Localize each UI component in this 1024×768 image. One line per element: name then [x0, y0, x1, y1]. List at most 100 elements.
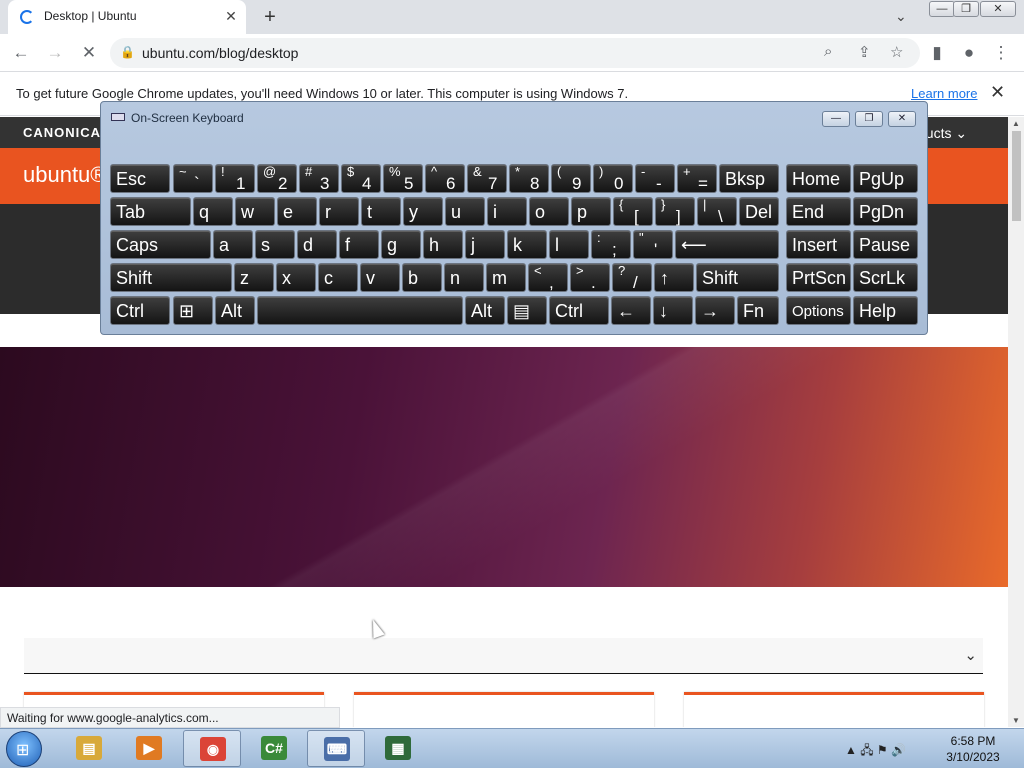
osk-key[interactable]: Caps	[110, 230, 211, 259]
osk-key[interactable]: t	[361, 197, 401, 226]
menu-kebab-icon[interactable]: ⋮	[990, 42, 1012, 64]
osk-key[interactable]: & 7	[467, 164, 507, 193]
url-text[interactable]: ubuntu.com/blog/desktop	[142, 45, 298, 61]
page-scrollbar[interactable]: ▲ ▼	[1008, 117, 1024, 727]
osk-key[interactable]: ⟵	[675, 230, 779, 259]
osk-key[interactable]: Del	[739, 197, 779, 226]
new-tab-button[interactable]: +	[258, 5, 282, 29]
back-arrow-icon[interactable]: ←	[10, 42, 32, 64]
taskbar-app-explorer[interactable]: ▤	[60, 730, 118, 767]
scroll-thumb[interactable]	[1012, 131, 1021, 221]
osk-key[interactable]: p	[571, 197, 611, 226]
osk-key[interactable]: Esc	[110, 164, 170, 193]
osk-key[interactable]: y	[403, 197, 443, 226]
osk-key[interactable]: o	[529, 197, 569, 226]
osk-key[interactable]: Bksp	[719, 164, 779, 193]
osk-key[interactable]: h	[423, 230, 463, 259]
address-bar[interactable]: 🔒 ubuntu.com/blog/desktop ⌕ ⇪ ☆	[110, 38, 920, 68]
osk-key[interactable]: u	[445, 197, 485, 226]
osk-key[interactable]: j	[465, 230, 505, 259]
osk-key[interactable]: ~ `	[173, 164, 213, 193]
osk-key[interactable]: Ctrl	[549, 296, 609, 325]
osk-key[interactable]: i	[487, 197, 527, 226]
infobar-close-icon[interactable]: ✕	[990, 82, 1005, 103]
osk-key[interactable]: Ctrl	[110, 296, 170, 325]
side-panel-icon[interactable]: ▮	[926, 42, 948, 64]
osk-key[interactable]: ) 0	[593, 164, 633, 193]
scroll-up-icon[interactable]: ▲	[1012, 119, 1020, 128]
osk-key[interactable]: $4	[341, 164, 381, 193]
blog-card[interactable]	[684, 692, 984, 727]
osk-key[interactable]: l	[549, 230, 589, 259]
osk-key[interactable]	[257, 296, 463, 325]
osk-key[interactable]: Fn	[737, 296, 779, 325]
taskbar-app-csharp[interactable]: C#	[245, 730, 303, 767]
osk-key[interactable]: Home	[786, 164, 851, 193]
close-window-button[interactable]: ✕	[980, 1, 1016, 17]
osk-key[interactable]: →	[695, 296, 735, 325]
osk-key[interactable]: Help	[853, 296, 918, 325]
tab-close-icon[interactable]: ✕	[222, 7, 240, 25]
osk-key[interactable]: r	[319, 197, 359, 226]
osk-key[interactable]: <,	[528, 263, 568, 292]
osk-key[interactable]: PrtScn	[786, 263, 851, 292]
osk-key[interactable]: ←	[611, 296, 651, 325]
osk-key[interactable]: a	[213, 230, 253, 259]
lock-icon[interactable]: 🔒	[120, 45, 135, 59]
search-icon[interactable]: ⌕	[824, 43, 832, 60]
osk-key[interactable]: Shift	[696, 263, 779, 292]
osk-key[interactable]: m	[486, 263, 526, 292]
osk-key[interactable]: z	[234, 263, 274, 292]
osk-key[interactable]: k	[507, 230, 547, 259]
osk-key[interactable]: :;	[591, 230, 631, 259]
osk-key[interactable]: ! 1	[215, 164, 255, 193]
taskbar-app-task-manager[interactable]: ▦	[369, 730, 427, 767]
forward-arrow-icon[interactable]: →	[44, 42, 66, 64]
share-icon[interactable]: ⇪	[858, 43, 871, 61]
osk-close-button[interactable]: ✕	[888, 111, 916, 127]
system-tray-icons[interactable]: ▲ 🖧 ⚑ 🔊	[845, 741, 906, 762]
osk-key[interactable]: PgDn	[853, 197, 918, 226]
osk-key[interactable]: f	[339, 230, 379, 259]
filter-dropdown[interactable]: ⌄	[24, 638, 983, 674]
osk-key[interactable]: End	[786, 197, 851, 226]
osk-key[interactable]: ScrLk	[853, 263, 918, 292]
learn-more-link[interactable]: Learn more	[911, 86, 977, 101]
osk-key[interactable]: {[	[613, 197, 653, 226]
osk-key[interactable]: Tab	[110, 197, 191, 226]
osk-key[interactable]: >.	[570, 263, 610, 292]
osk-key[interactable]: Alt	[215, 296, 255, 325]
profile-avatar-icon[interactable]: ●	[958, 42, 980, 64]
taskbar-app-on-screen-keyboard[interactable]: ⌨	[307, 730, 365, 767]
start-button[interactable]: ⊞	[6, 731, 42, 767]
osk-key[interactable]: x	[276, 263, 316, 292]
tab-search-icon[interactable]: ⌄	[895, 8, 907, 25]
osk-key[interactable]: | \	[697, 197, 737, 226]
scroll-down-icon[interactable]: ▼	[1012, 716, 1020, 725]
osk-minimize-button[interactable]: —	[822, 111, 850, 127]
osk-key[interactable]: ↑	[654, 263, 694, 292]
osk-key[interactable]: Options	[786, 296, 851, 325]
canonical-logo[interactable]: CANONICAL	[23, 125, 110, 140]
taskbar-app-chrome[interactable]: ◉	[183, 730, 241, 767]
stop-loading-icon[interactable]: ✕	[78, 42, 100, 64]
osk-key[interactable]: " '	[633, 230, 673, 259]
osk-key[interactable]: s	[255, 230, 295, 259]
osk-key[interactable]: % 5	[383, 164, 423, 193]
taskbar-app-media-player[interactable]: ▶	[120, 730, 178, 767]
osk-titlebar[interactable]: On-Screen Keyboard — ❐ ✕	[101, 102, 927, 132]
osk-key[interactable]: ↓	[653, 296, 693, 325]
minimize-window-button[interactable]: —	[929, 1, 955, 17]
osk-key[interactable]: (9	[551, 164, 591, 193]
osk-key[interactable]: v	[360, 263, 400, 292]
osk-key[interactable]: Alt	[465, 296, 505, 325]
osk-key[interactable]: ? /	[612, 263, 652, 292]
osk-restore-button[interactable]: ❐	[855, 111, 883, 127]
bookmark-star-icon[interactable]: ☆	[890, 43, 903, 61]
osk-key[interactable]: + =	[677, 164, 717, 193]
blog-card[interactable]	[354, 692, 654, 727]
osk-key[interactable]: #3	[299, 164, 339, 193]
taskbar-clock[interactable]: 6:58 PM 3/10/2023	[942, 733, 1004, 765]
osk-key[interactable]: --	[635, 164, 675, 193]
osk-key[interactable]: w	[235, 197, 275, 226]
